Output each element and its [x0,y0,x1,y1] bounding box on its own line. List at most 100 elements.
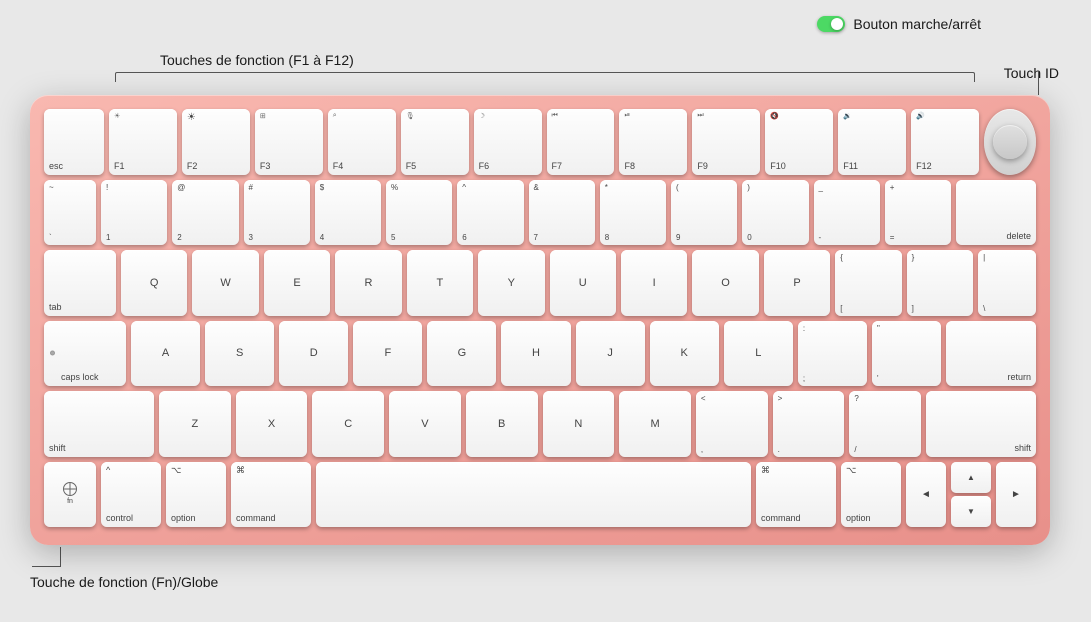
key-arrow-up[interactable]: ▲ [951,462,991,493]
key-backslash[interactable]: | \ [978,250,1036,316]
fn-globe-line-v [60,547,61,567]
key-tab[interactable]: tab [44,250,116,316]
key-backtick[interactable]: ~ ` [44,180,96,246]
key-f6[interactable]: ☽ F6 [474,109,542,175]
key-4[interactable]: $ 4 [315,180,381,246]
key-control[interactable]: ^ control [101,462,161,528]
key-v[interactable]: V [389,391,461,457]
key-f3-icon: ⊞ [260,112,266,120]
key-esc[interactable]: esc [44,109,104,175]
key-7[interactable]: & 7 [529,180,595,246]
key-i[interactable]: I [621,250,687,316]
key-option-left[interactable]: ⌥ option [166,462,226,528]
key-f7[interactable]: ⏮ F7 [547,109,615,175]
key-f3[interactable]: ⊞ F3 [255,109,323,175]
key-delete[interactable]: delete [956,180,1036,246]
key-8[interactable]: * 8 [600,180,666,246]
fn-key-row: esc ☀ F1 ☀ F2 ⊞ F3 ⌕ [44,109,1036,175]
key-9[interactable]: ( 9 [671,180,737,246]
key-m[interactable]: M [619,391,691,457]
key-arrow-right[interactable]: ► [996,462,1036,528]
key-rbracket[interactable]: } ] [907,250,973,316]
toggle-knob [831,18,843,30]
key-s[interactable]: S [205,321,274,387]
key-o[interactable]: O [692,250,758,316]
key-shift-left[interactable]: shift [44,391,154,457]
key-option-right[interactable]: ⌥ option [841,462,901,528]
key-equals-bottom: = [890,233,895,242]
key-f12[interactable]: 🔊 F12 [911,109,979,175]
key-3[interactable]: # 3 [244,180,310,246]
key-1[interactable]: ! 1 [101,180,167,246]
key-arrow-left[interactable]: ◄ [906,462,946,528]
key-f4[interactable]: ⌕ F4 [328,109,396,175]
key-minus[interactable]: _ - [814,180,880,246]
key-f1[interactable]: ☀ F1 [109,109,177,175]
key-h[interactable]: H [501,321,570,387]
key-command-right[interactable]: ⌘ command [756,462,836,528]
key-a[interactable]: A [131,321,200,387]
key-f7-label: F7 [552,162,563,172]
key-command-left-label: command [236,514,276,524]
key-f10[interactable]: 🔇 F10 [765,109,833,175]
key-arrow-up-icon: ▲ [967,473,975,482]
key-slash[interactable]: ? / [849,391,921,457]
key-k[interactable]: K [650,321,719,387]
key-2[interactable]: @ 2 [172,180,238,246]
key-quote[interactable]: " ' [872,321,941,387]
key-f6-icon: ☽ [479,112,485,120]
key-e[interactable]: E [264,250,330,316]
key-1-bottom: 1 [106,233,110,242]
key-p-label: P [793,277,800,289]
key-4-top: $ [320,183,324,192]
key-j[interactable]: J [576,321,645,387]
key-p[interactable]: P [764,250,830,316]
key-period[interactable]: > . [773,391,845,457]
key-u[interactable]: U [550,250,616,316]
key-semicolon[interactable]: : ; [798,321,867,387]
key-3-top: # [249,183,253,192]
key-8-bottom: 8 [605,233,609,242]
key-fn-globe[interactable]: fn [44,462,96,528]
key-t[interactable]: T [407,250,473,316]
key-return[interactable]: return [946,321,1036,387]
key-0[interactable]: ) 0 [742,180,808,246]
key-y[interactable]: Y [478,250,544,316]
key-w[interactable]: W [192,250,258,316]
key-semicolon-top: : [803,324,805,333]
key-arrow-updown: ▲ ▼ [951,462,991,528]
key-command-left[interactable]: ⌘ command [231,462,311,528]
key-f5[interactable]: 🎙 F5 [401,109,469,175]
key-f7-icon: ⏮ [552,112,558,120]
key-5[interactable]: % 5 [386,180,452,246]
key-f12-label: F12 [916,162,932,172]
key-f9[interactable]: ⏭ F9 [692,109,760,175]
key-shift-right[interactable]: shift [926,391,1036,457]
key-n[interactable]: N [543,391,615,457]
key-tab-label: tab [49,303,62,313]
key-touchid[interactable] [984,109,1036,175]
key-arrow-down-icon: ▼ [967,507,975,516]
key-lbracket[interactable]: { [ [835,250,901,316]
key-equals[interactable]: + = [885,180,951,246]
key-f[interactable]: F [353,321,422,387]
key-c[interactable]: C [312,391,384,457]
key-f11[interactable]: 🔉 F11 [838,109,906,175]
key-f8[interactable]: ⏯ F8 [619,109,687,175]
key-s-label: S [236,347,243,359]
key-d[interactable]: D [279,321,348,387]
power-toggle-switch[interactable] [817,16,845,32]
key-g[interactable]: G [427,321,496,387]
key-x[interactable]: X [236,391,308,457]
key-l[interactable]: L [724,321,793,387]
key-6[interactable]: ^ 6 [457,180,523,246]
key-b[interactable]: B [466,391,538,457]
key-space[interactable] [316,462,751,528]
key-f2[interactable]: ☀ F2 [182,109,250,175]
key-z[interactable]: Z [159,391,231,457]
key-comma[interactable]: < , [696,391,768,457]
key-capslock[interactable]: caps lock [44,321,126,387]
key-r[interactable]: R [335,250,401,316]
key-arrow-down[interactable]: ▼ [951,496,991,527]
key-q[interactable]: Q [121,250,187,316]
